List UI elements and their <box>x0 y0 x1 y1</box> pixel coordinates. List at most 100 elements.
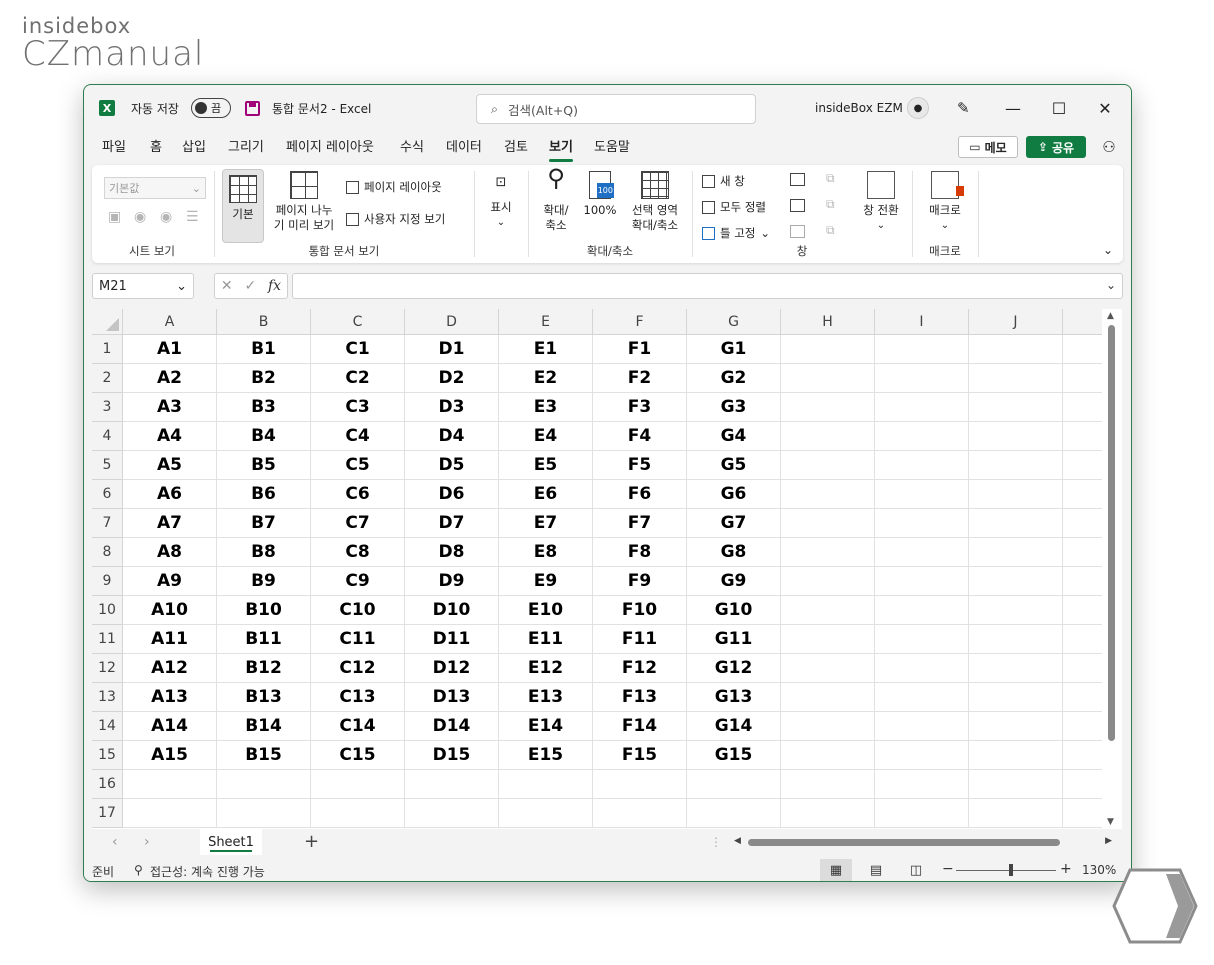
freeze-panes-button[interactable]: 틀 고정 ⌄ <box>702 225 770 241</box>
grid-cell[interactable]: E3 <box>499 393 593 422</box>
grid-cell[interactable]: D2 <box>405 364 499 393</box>
grid-cell[interactable]: G4 <box>687 422 781 451</box>
show-button[interactable]: ⊡ 표시 ⌄ <box>482 175 520 230</box>
tab-page-layout[interactable]: 페이지 레이아웃 <box>286 136 374 158</box>
grid-cell[interactable]: C3 <box>311 393 405 422</box>
grid-cell[interactable]: G10 <box>687 596 781 625</box>
grid-cell[interactable] <box>875 799 969 828</box>
grid-cell[interactable] <box>311 799 405 828</box>
grid-cell[interactable]: A9 <box>123 567 217 596</box>
grid-cell[interactable]: D13 <box>405 683 499 712</box>
grid-cell[interactable]: F11 <box>593 625 687 654</box>
grid-cell[interactable]: E11 <box>499 625 593 654</box>
grid-cell[interactable]: F9 <box>593 567 687 596</box>
grid-cell[interactable]: G14 <box>687 712 781 741</box>
grid-cell[interactable]: A10 <box>123 596 217 625</box>
grid-cell[interactable]: D4 <box>405 422 499 451</box>
column-header[interactable]: J <box>969 309 1063 335</box>
grid-cell[interactable]: D7 <box>405 509 499 538</box>
grid-cell[interactable] <box>969 364 1063 393</box>
column-header[interactable]: C <box>311 309 405 335</box>
grid-cell[interactable] <box>781 422 875 451</box>
grid-cell[interactable]: F8 <box>593 538 687 567</box>
memo-button[interactable]: ▭ 메모 <box>958 136 1018 158</box>
sheet-prev-icon[interactable]: ‹ <box>112 834 118 850</box>
grid-cell[interactable]: B13 <box>217 683 311 712</box>
row-header[interactable]: 13 <box>92 683 123 712</box>
vertical-scrollbar[interactable]: ▲ ▼ <box>1102 309 1122 829</box>
row-header[interactable]: 3 <box>92 393 123 422</box>
row-header[interactable]: 14 <box>92 712 123 741</box>
grid-cell[interactable] <box>781 799 875 828</box>
grid-cell[interactable] <box>593 770 687 799</box>
grid-cell[interactable]: E15 <box>499 741 593 770</box>
grid-cell[interactable] <box>499 799 593 828</box>
row-header[interactable]: 5 <box>92 451 123 480</box>
grid-cell[interactable]: A15 <box>123 741 217 770</box>
grid-cell[interactable]: B1 <box>217 335 311 364</box>
grid-cell[interactable]: A2 <box>123 364 217 393</box>
grid-cell[interactable] <box>687 770 781 799</box>
grid-cell[interactable]: A13 <box>123 683 217 712</box>
grid-cell[interactable] <box>875 480 969 509</box>
grid-cell[interactable]: F4 <box>593 422 687 451</box>
grid-cell[interactable]: B5 <box>217 451 311 480</box>
select-all-corner[interactable] <box>92 309 123 335</box>
grid-cell[interactable]: D6 <box>405 480 499 509</box>
grid-cell[interactable] <box>405 770 499 799</box>
grid-cell[interactable] <box>969 712 1063 741</box>
grid-cell[interactable] <box>123 799 217 828</box>
grid-cell[interactable]: A4 <box>123 422 217 451</box>
grid-cell[interactable] <box>875 538 969 567</box>
grid-cell[interactable] <box>969 741 1063 770</box>
custom-views-button[interactable]: 사용자 지정 보기 <box>346 211 445 227</box>
zoom-selection-button[interactable]: 선택 영역 확대/축소 <box>622 171 688 233</box>
grid-cell[interactable] <box>781 567 875 596</box>
grid-cell[interactable] <box>781 741 875 770</box>
close-button[interactable]: ✕ <box>1082 85 1128 131</box>
zoom-in-button[interactable]: + <box>1060 861 1072 877</box>
grid-cell[interactable] <box>593 799 687 828</box>
grid-cell[interactable] <box>781 364 875 393</box>
grid-cell[interactable]: A8 <box>123 538 217 567</box>
normal-view-icon[interactable]: ▦ <box>820 859 852 881</box>
grid-cell[interactable] <box>875 625 969 654</box>
grid-cell[interactable]: C1 <box>311 335 405 364</box>
page-layout-button[interactable]: 페이지 레이아웃 <box>346 179 442 195</box>
grid-cell[interactable]: B6 <box>217 480 311 509</box>
zoom-slider-thumb[interactable] <box>1009 864 1013 876</box>
grid-cell[interactable] <box>311 770 405 799</box>
grid-cell[interactable]: A14 <box>123 712 217 741</box>
grid-cell[interactable]: G7 <box>687 509 781 538</box>
grid-cell[interactable] <box>781 393 875 422</box>
macros-button[interactable]: 매크로 ⌄ <box>918 171 972 233</box>
grid-cell[interactable]: E1 <box>499 335 593 364</box>
grid-cell[interactable] <box>875 422 969 451</box>
tab-review[interactable]: 검토 <box>504 136 528 158</box>
grid-cell[interactable]: E6 <box>499 480 593 509</box>
grid-cell[interactable]: F5 <box>593 451 687 480</box>
column-header[interactable]: D <box>405 309 499 335</box>
grid-cell[interactable]: C4 <box>311 422 405 451</box>
column-header[interactable]: F <box>593 309 687 335</box>
grid-cell[interactable]: C9 <box>311 567 405 596</box>
grid-cell[interactable]: D5 <box>405 451 499 480</box>
grid-cell[interactable]: G1 <box>687 335 781 364</box>
grid-cell[interactable] <box>499 770 593 799</box>
grid-cell[interactable]: G15 <box>687 741 781 770</box>
grid-cell[interactable] <box>781 451 875 480</box>
tab-formulas[interactable]: 수식 <box>400 136 424 158</box>
grid-cell[interactable]: B9 <box>217 567 311 596</box>
grid-cell[interactable]: G3 <box>687 393 781 422</box>
grid-cell[interactable]: D3 <box>405 393 499 422</box>
grid-cell[interactable]: C11 <box>311 625 405 654</box>
grid-cell[interactable]: E5 <box>499 451 593 480</box>
grid-cell[interactable] <box>969 683 1063 712</box>
grid-cell[interactable]: A3 <box>123 393 217 422</box>
grid-cell[interactable]: D10 <box>405 596 499 625</box>
grid-cell[interactable]: G6 <box>687 480 781 509</box>
user-name[interactable]: insideBox EZM <box>815 85 903 131</box>
row-header[interactable]: 16 <box>92 770 123 799</box>
grid-cell[interactable] <box>875 393 969 422</box>
grid-cell[interactable]: G2 <box>687 364 781 393</box>
